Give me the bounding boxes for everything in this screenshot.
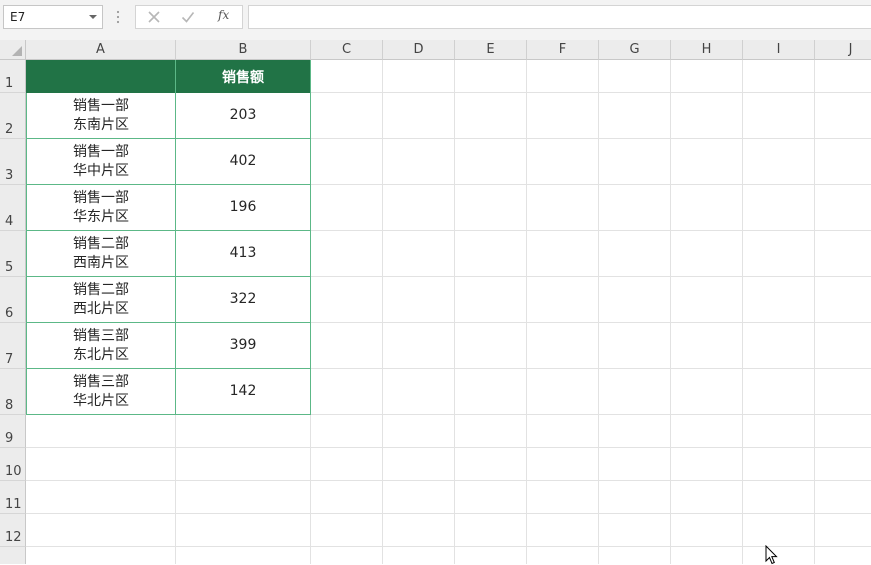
dept-label: 销售三部 xyxy=(73,373,129,390)
gridline xyxy=(26,480,871,481)
cell-b7[interactable]: 399 xyxy=(176,323,311,369)
row-header-5[interactable]: 5 xyxy=(0,231,26,277)
row-number: 5 xyxy=(5,260,14,275)
cell-a5[interactable]: 销售二部 西南片区 xyxy=(26,231,176,277)
insert-function-button[interactable]: fx xyxy=(218,8,238,24)
row-number: 10 xyxy=(5,464,22,479)
column-header-e[interactable]: E xyxy=(455,40,527,60)
row-header-12[interactable]: 12 xyxy=(0,514,26,547)
cell-b2[interactable]: 203 xyxy=(176,93,311,139)
cell-a8[interactable]: 销售三部 华北片区 xyxy=(26,369,176,415)
column-header-d[interactable]: D xyxy=(383,40,455,60)
column-header-b[interactable]: B xyxy=(176,40,311,60)
x-icon[interactable] xyxy=(146,9,162,25)
gridline xyxy=(742,60,743,564)
column-header-i[interactable]: I xyxy=(743,40,815,60)
column-header-j[interactable]: J xyxy=(815,40,871,60)
dept-label: 销售二部 xyxy=(73,235,129,252)
select-all-triangle-icon xyxy=(12,46,22,56)
cell-a1[interactable] xyxy=(26,60,176,93)
row-number: 1 xyxy=(5,76,14,91)
row-header-3[interactable]: 3 xyxy=(0,139,26,185)
row-number: 2 xyxy=(5,122,14,137)
dept-label: 销售一部 xyxy=(73,143,129,160)
gridline xyxy=(26,513,871,514)
column-header-f[interactable]: F xyxy=(527,40,599,60)
row-header-6[interactable]: 6 xyxy=(0,277,26,323)
gridline xyxy=(526,60,527,564)
row-header-1[interactable]: 1 xyxy=(0,60,26,93)
gridline xyxy=(598,60,599,564)
row-number: 4 xyxy=(5,214,14,229)
row-number: 12 xyxy=(5,530,22,545)
column-header-h[interactable]: H xyxy=(671,40,743,60)
select-all-button[interactable] xyxy=(0,40,26,60)
mouse-cursor-icon xyxy=(765,545,778,565)
gridline xyxy=(26,546,871,547)
cell-a7[interactable]: 销售三部 东北片区 xyxy=(26,323,176,369)
gridline xyxy=(382,60,383,564)
cell-a4[interactable]: 销售一部 华东片区 xyxy=(26,185,176,231)
dept-label: 销售二部 xyxy=(73,281,129,298)
row-number: 11 xyxy=(5,497,22,512)
row-header-2[interactable]: 2 xyxy=(0,93,26,139)
dept-label: 销售三部 xyxy=(73,327,129,344)
dept-label: 销售一部 xyxy=(73,97,129,114)
column-header-c[interactable]: C xyxy=(311,40,383,60)
row-number: 7 xyxy=(5,352,14,367)
spreadsheet-grid: A B C D E F G H I J 1 2 3 4 5 6 7 8 9 10… xyxy=(0,40,871,564)
cell-b3[interactable]: 402 xyxy=(176,139,311,185)
row-header-9[interactable]: 9 xyxy=(0,415,26,448)
row-header-11[interactable]: 11 xyxy=(0,481,26,514)
region-label: 西北片区 xyxy=(73,300,129,317)
checkmark-icon[interactable] xyxy=(180,9,196,25)
cell-a3[interactable]: 销售一部 华中片区 xyxy=(26,139,176,185)
region-label: 华中片区 xyxy=(73,162,129,179)
name-box-value: E7 xyxy=(10,10,26,24)
region-label: 东北片区 xyxy=(73,346,129,363)
column-header-a[interactable]: A xyxy=(26,40,176,60)
row-number: 9 xyxy=(5,431,14,446)
region-label: 东南片区 xyxy=(73,116,129,133)
dept-label: 销售一部 xyxy=(73,189,129,206)
row-header-7[interactable]: 7 xyxy=(0,323,26,369)
column-header-g[interactable]: G xyxy=(599,40,671,60)
gridline xyxy=(670,60,671,564)
region-label: 西南片区 xyxy=(73,254,129,271)
row-header-10[interactable]: 10 xyxy=(0,448,26,481)
grip-dots-icon[interactable] xyxy=(115,10,121,24)
row-header-13[interactable] xyxy=(0,547,26,564)
formula-bar: E7 fx xyxy=(0,0,871,40)
gridline xyxy=(454,60,455,564)
row-number: 8 xyxy=(5,398,14,413)
region-label: 华北片区 xyxy=(73,392,129,409)
chevron-down-icon[interactable] xyxy=(88,9,98,25)
name-box[interactable]: E7 xyxy=(3,5,103,29)
row-number: 6 xyxy=(5,306,14,321)
row-header-8[interactable]: 8 xyxy=(0,369,26,415)
cell-b4[interactable]: 196 xyxy=(176,185,311,231)
formula-input[interactable] xyxy=(248,5,871,29)
region-label: 华东片区 xyxy=(73,208,129,225)
cell-a2[interactable]: 销售一部 东南片区 xyxy=(26,93,176,139)
cell-b1-header[interactable]: 销售额 xyxy=(176,60,311,93)
cell-b8[interactable]: 142 xyxy=(176,369,311,415)
cell-b6[interactable]: 322 xyxy=(176,277,311,323)
formula-buttons: fx xyxy=(135,5,243,29)
cell-a6[interactable]: 销售二部 西北片区 xyxy=(26,277,176,323)
row-number: 3 xyxy=(5,168,14,183)
cell-b5[interactable]: 413 xyxy=(176,231,311,277)
gridline xyxy=(814,60,815,564)
row-header-4[interactable]: 4 xyxy=(0,185,26,231)
gridline xyxy=(26,447,871,448)
